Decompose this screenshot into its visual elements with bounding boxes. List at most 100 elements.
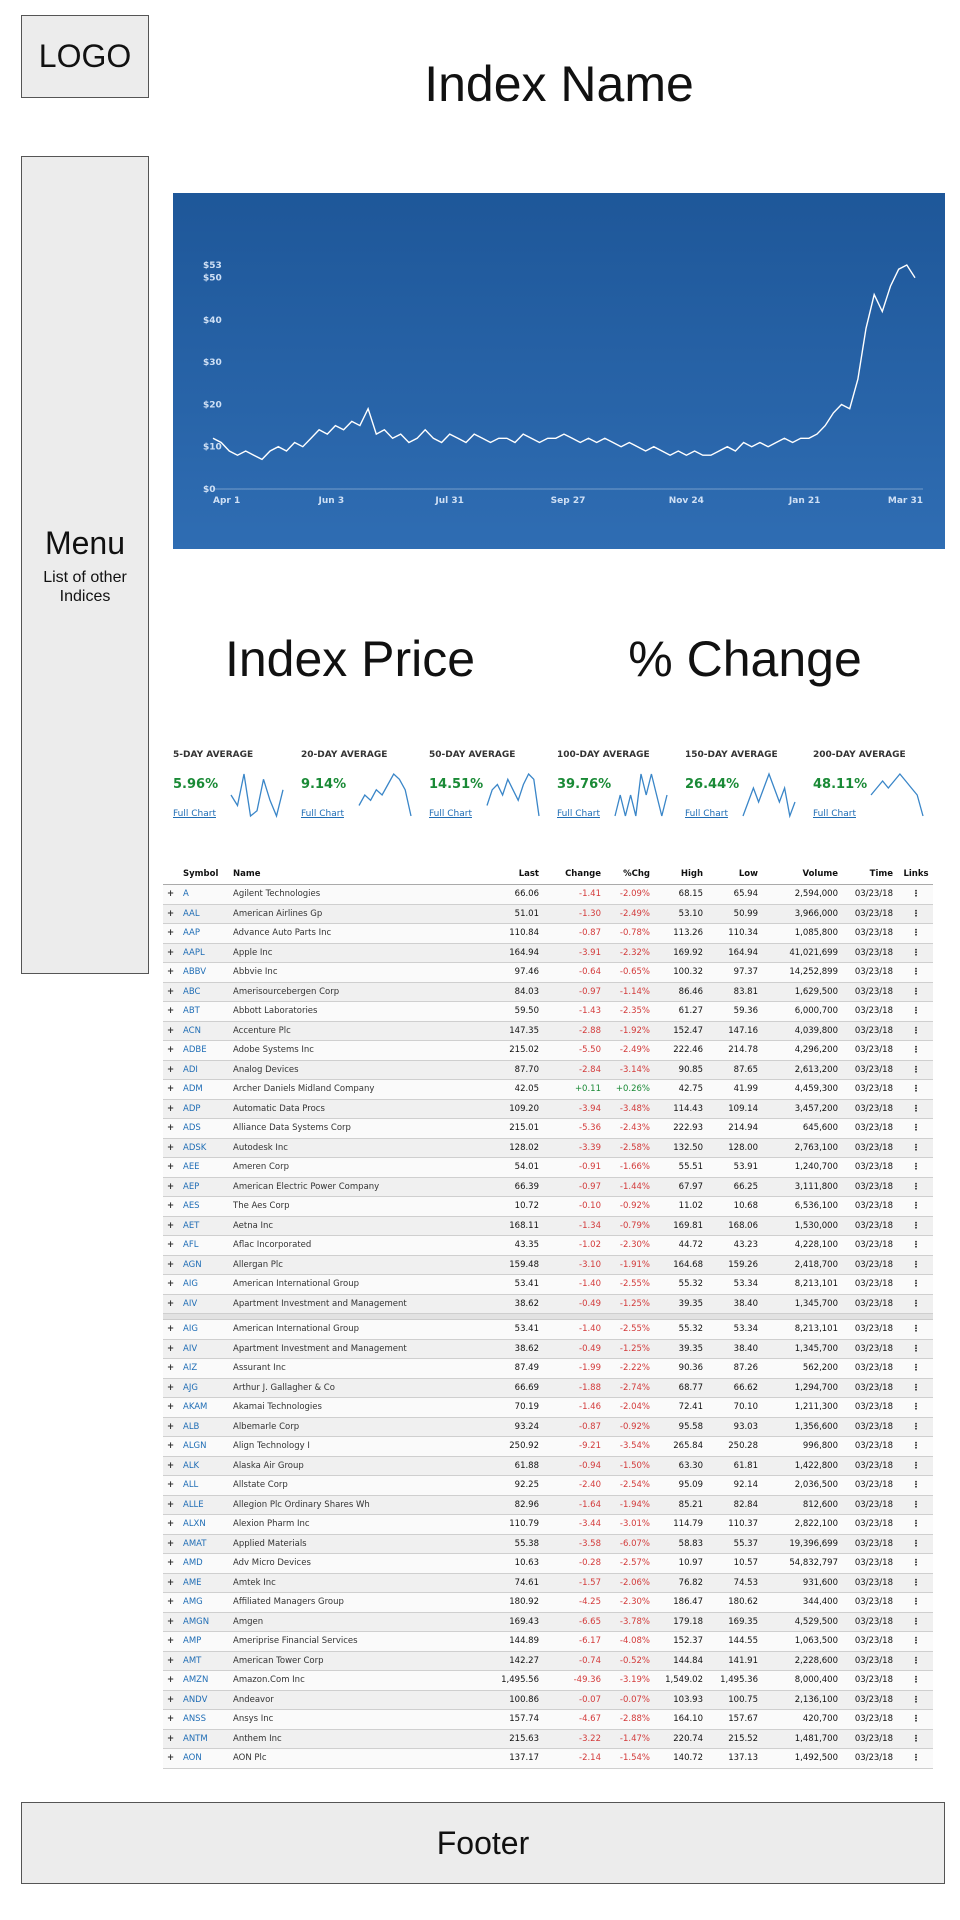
cell-symbol[interactable]: AES	[183, 1197, 233, 1216]
table-row[interactable]: + AMAT Applied Materials 55.38 -3.58 -6.07% 58…	[163, 1534, 933, 1554]
expand-plus-icon[interactable]: +	[167, 1178, 177, 1197]
cell-symbol[interactable]: ALXN	[183, 1515, 233, 1534]
cell-symbol[interactable]: ALL	[183, 1476, 233, 1495]
cell-symbol[interactable]: AAPL	[183, 944, 233, 963]
more-options-icon[interactable]: ⋮	[901, 1080, 931, 1099]
cell-symbol[interactable]: AFL	[183, 1236, 233, 1255]
table-row[interactable]: + ABBV Abbvie Inc 97.46 -0.64 -0.65% 100.32 97.…	[163, 963, 933, 983]
expand-plus-icon[interactable]: +	[167, 1535, 177, 1554]
table-row[interactable]: + ACN Accenture Plc 147.35 -2.88 -1.92% 152.47…	[163, 1021, 933, 1041]
table-row[interactable]: + A Agilent Technologies 66.06 -1.41 -2.09% 68…	[163, 885, 933, 905]
more-options-icon[interactable]: ⋮	[901, 1632, 931, 1651]
logo[interactable]: LOGO	[21, 15, 149, 98]
col-name[interactable]: Name	[233, 865, 478, 884]
table-row[interactable]: + AKAM Akamai Technologies 70.19 -1.46 -2.04%…	[163, 1398, 933, 1418]
more-options-icon[interactable]: ⋮	[901, 944, 931, 963]
more-options-icon[interactable]: ⋮	[901, 905, 931, 924]
cell-symbol[interactable]: ADM	[183, 1080, 233, 1099]
expand-plus-icon[interactable]: +	[167, 1457, 177, 1476]
table-row[interactable]: + AME Amtek Inc 74.61 -1.57 -2.06% 76.82 74.53 9…	[163, 1573, 933, 1593]
expand-plus-icon[interactable]: +	[167, 885, 177, 904]
more-options-icon[interactable]: ⋮	[901, 1002, 931, 1021]
expand-plus-icon[interactable]: +	[167, 1671, 177, 1690]
full-chart-link[interactable]: Full Chart	[301, 809, 344, 819]
cell-symbol[interactable]: ALB	[183, 1418, 233, 1437]
more-options-icon[interactable]: ⋮	[901, 1574, 931, 1593]
expand-plus-icon[interactable]: +	[167, 1080, 177, 1099]
table-row[interactable]: + AIV Apartment Investment and Management 3…	[163, 1339, 933, 1359]
expand-plus-icon[interactable]: +	[167, 963, 177, 982]
more-options-icon[interactable]: ⋮	[901, 1379, 931, 1398]
expand-plus-icon[interactable]: +	[167, 1295, 177, 1314]
table-row[interactable]: + AAP Advance Auto Parts Inc 110.84 -0.87 -0.…	[163, 924, 933, 944]
expand-plus-icon[interactable]: +	[167, 1320, 177, 1339]
cell-symbol[interactable]: AIV	[183, 1340, 233, 1359]
cell-symbol[interactable]: AEP	[183, 1178, 233, 1197]
expand-plus-icon[interactable]: +	[167, 1002, 177, 1021]
table-row[interactable]: + ADM Archer Daniels Midland Company 42.05 +…	[163, 1080, 933, 1100]
cell-symbol[interactable]: AET	[183, 1217, 233, 1236]
more-options-icon[interactable]: ⋮	[901, 1100, 931, 1119]
cell-symbol[interactable]: AMGN	[183, 1613, 233, 1632]
more-options-icon[interactable]: ⋮	[901, 1275, 931, 1294]
more-options-icon[interactable]: ⋮	[901, 1691, 931, 1710]
expand-plus-icon[interactable]: +	[167, 1256, 177, 1275]
col-symbol[interactable]: Symbol	[183, 865, 233, 884]
expand-plus-icon[interactable]: +	[167, 1379, 177, 1398]
expand-plus-icon[interactable]: +	[167, 983, 177, 1002]
full-chart-link[interactable]: Full Chart	[557, 809, 600, 819]
table-row[interactable]: + AAL American Airlines Gp 51.01 -1.30 -2.49%…	[163, 904, 933, 924]
cell-symbol[interactable]: AAL	[183, 905, 233, 924]
cell-symbol[interactable]: AMAT	[183, 1535, 233, 1554]
table-row[interactable]: + ANTM Anthem Inc 215.63 -3.22 -1.47% 220.74 21…	[163, 1729, 933, 1749]
col-volume[interactable]: Volume	[763, 865, 838, 884]
table-row[interactable]: + AMD Adv Micro Devices 10.63 -0.28 -2.57% 10.…	[163, 1554, 933, 1574]
cell-symbol[interactable]: ACN	[183, 1022, 233, 1041]
table-row[interactable]: + ANSS Ansys Inc 157.74 -4.67 -2.88% 164.10 157…	[163, 1710, 933, 1730]
more-options-icon[interactable]: ⋮	[901, 1749, 931, 1768]
table-row[interactable]: + AMGN Amgen 169.43 -6.65 -3.78% 179.18 169.35 4…	[163, 1612, 933, 1632]
more-options-icon[interactable]: ⋮	[901, 983, 931, 1002]
more-options-icon[interactable]: ⋮	[901, 1671, 931, 1690]
more-options-icon[interactable]: ⋮	[901, 963, 931, 982]
more-options-icon[interactable]: ⋮	[901, 1418, 931, 1437]
table-row[interactable]: + AIV Apartment Investment and Management 3…	[163, 1294, 933, 1314]
full-chart-link[interactable]: Full Chart	[685, 809, 728, 819]
cell-symbol[interactable]: ABT	[183, 1002, 233, 1021]
cell-symbol[interactable]: AIG	[183, 1320, 233, 1339]
more-options-icon[interactable]: ⋮	[901, 885, 931, 904]
table-row[interactable]: + ADSK Autodesk Inc 128.02 -3.39 -2.58% 132.50…	[163, 1138, 933, 1158]
table-row[interactable]: + AON AON Plc 137.17 -2.14 -1.54% 140.72 137.13…	[163, 1749, 933, 1769]
expand-plus-icon[interactable]: +	[167, 1100, 177, 1119]
cell-symbol[interactable]: ALGN	[183, 1437, 233, 1456]
table-row[interactable]: + ALLE Allegion Plc Ordinary Shares Wh 82.9…	[163, 1495, 933, 1515]
more-options-icon[interactable]: ⋮	[901, 1652, 931, 1671]
cell-symbol[interactable]: AMD	[183, 1554, 233, 1573]
cell-symbol[interactable]: AMG	[183, 1593, 233, 1612]
cell-symbol[interactable]: ADP	[183, 1100, 233, 1119]
more-options-icon[interactable]: ⋮	[901, 1496, 931, 1515]
cell-symbol[interactable]: AIV	[183, 1295, 233, 1314]
more-options-icon[interactable]: ⋮	[901, 1295, 931, 1314]
expand-plus-icon[interactable]: +	[167, 1022, 177, 1041]
more-options-icon[interactable]: ⋮	[901, 1613, 931, 1632]
expand-plus-icon[interactable]: +	[167, 924, 177, 943]
col-low[interactable]: Low	[708, 865, 758, 884]
expand-plus-icon[interactable]: +	[167, 1359, 177, 1378]
more-options-icon[interactable]: ⋮	[901, 1554, 931, 1573]
expand-plus-icon[interactable]: +	[167, 1437, 177, 1456]
more-options-icon[interactable]: ⋮	[901, 1730, 931, 1749]
more-options-icon[interactable]: ⋮	[901, 1236, 931, 1255]
cell-symbol[interactable]: AMP	[183, 1632, 233, 1651]
expand-plus-icon[interactable]: +	[167, 1710, 177, 1729]
table-row[interactable]: + AEP American Electric Power Company 66.39…	[163, 1177, 933, 1197]
cell-symbol[interactable]: ADSK	[183, 1139, 233, 1158]
expand-plus-icon[interactable]: +	[167, 1275, 177, 1294]
more-options-icon[interactable]: ⋮	[901, 1061, 931, 1080]
more-options-icon[interactable]: ⋮	[901, 1476, 931, 1495]
col-last[interactable]: Last	[483, 865, 539, 884]
expand-plus-icon[interactable]: +	[167, 1554, 177, 1573]
full-chart-link[interactable]: Full Chart	[173, 809, 216, 819]
more-options-icon[interactable]: ⋮	[901, 1457, 931, 1476]
cell-symbol[interactable]: AMT	[183, 1652, 233, 1671]
